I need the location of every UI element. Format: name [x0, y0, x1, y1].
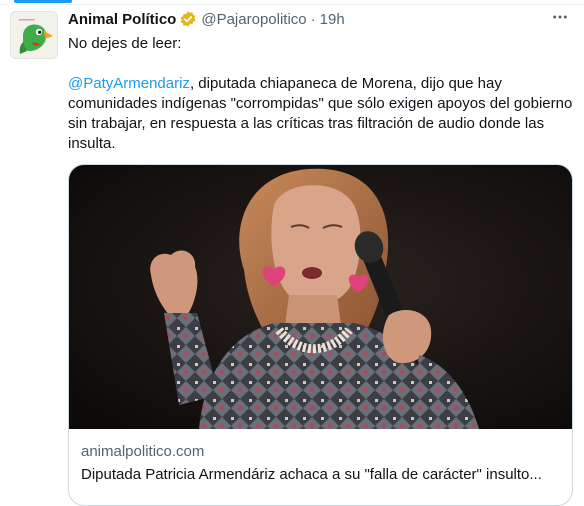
tweet-text-intro: No dejes de leer:	[68, 35, 182, 52]
author-name[interactable]: Animal Político	[68, 11, 176, 28]
link-card[interactable]: animalpolitico.com Diputada Patricia Arm…	[68, 164, 573, 506]
mention-link[interactable]: @PatyArmendariz	[68, 75, 190, 92]
parrot-logo-icon	[11, 12, 57, 58]
card-domain[interactable]: animalpolitico.com	[81, 442, 560, 462]
tweet-timestamp[interactable]: 19h	[320, 11, 345, 28]
header-separator: ·	[310, 10, 316, 28]
verified-badge-icon[interactable]	[179, 10, 197, 28]
card-info: animalpolitico.com Diputada Patricia Arm…	[81, 442, 560, 485]
top-divider	[0, 4, 584, 5]
speaker-photo-image	[69, 165, 572, 429]
tweet-body: Animal Político @Pajaropolitico · 19h No…	[68, 8, 574, 506]
card-title[interactable]: Diputada Patricia Armendáriz achaca a su…	[81, 465, 560, 485]
author-handle[interactable]: @Pajaropolitico	[201, 11, 306, 28]
tweet-text: No dejes de leer: @PatyArmendariz, diput…	[68, 34, 574, 154]
more-options-icon[interactable]	[549, 6, 571, 28]
card-image[interactable]	[69, 165, 572, 429]
avatar[interactable]	[10, 11, 58, 59]
tweet-header: Animal Político @Pajaropolitico · 19h	[68, 8, 574, 30]
active-tab-indicator	[14, 0, 72, 3]
tweet-text-body-paragraph: @PatyArmendariz, diputada chiapaneca de …	[68, 74, 574, 154]
